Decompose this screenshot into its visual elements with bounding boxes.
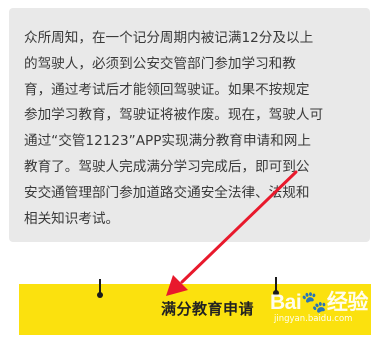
info-line: 的驾驶人，必须到公安交管部门参加学习和教 [24,55,296,72]
info-line: 众所周知，在一个记分周期内被记满12分及以上 [24,30,314,46]
info-line: 通过“交管12123”APP实现满分教育申请和网上 [24,133,311,150]
right-pin-marker [273,277,279,296]
info-line: 教育了。驾驶人完成满分学习完成后，即可到公 [24,158,310,175]
info-line: 相关知识考试。 [24,210,120,227]
info-line: 安交通管理部门参加道路交通安全法律、法规和 [24,184,310,201]
apply-full-score-education-button[interactable]: 满分教育申请 [19,284,371,335]
info-line: 参加学习教育，驾驶证将被作废。现在，驾驶人可 [24,107,324,124]
apply-button-label: 满分教育申请 [161,301,255,318]
info-line: 育，通过考试后才能领回驾驶证。如果不按规定 [24,81,310,98]
left-pin-marker [97,279,103,298]
info-paragraph: 众所周知，在一个记分周期内被记满12分及以上 的驾驶人，必须到公安交管部门参加学… [24,26,364,232]
